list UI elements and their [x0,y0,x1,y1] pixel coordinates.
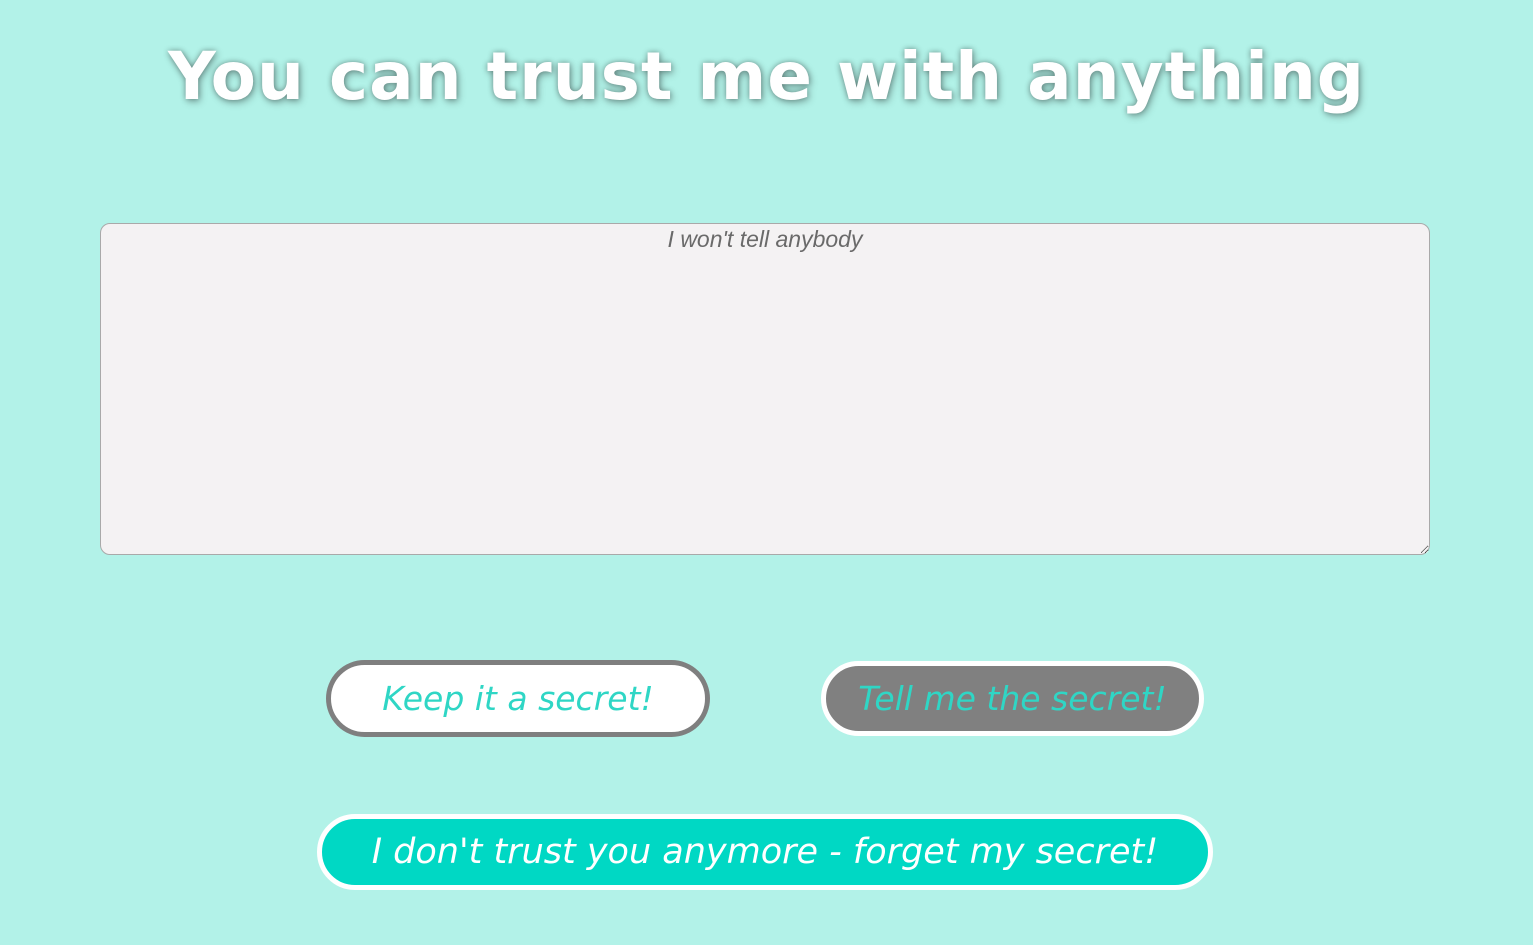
keep-secret-button[interactable]: Keep it a secret! [326,660,710,737]
forget-secret-button[interactable]: I don't trust you anymore - forget my se… [317,814,1213,890]
page-title: You can trust me with anything [167,38,1366,115]
secret-textarea[interactable] [100,223,1430,555]
tell-secret-button[interactable]: Tell me the secret! [821,661,1204,736]
